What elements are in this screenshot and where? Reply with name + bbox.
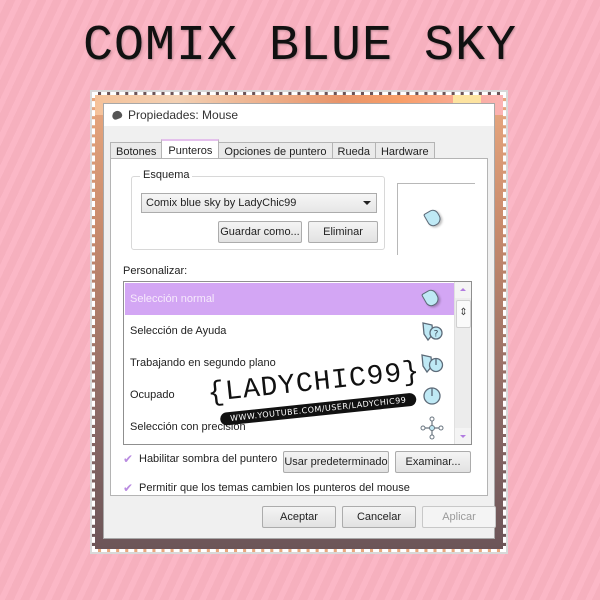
scroll-up-button[interactable] [455,282,471,298]
list-item[interactable]: Trabajando en segundo plano [125,347,454,379]
use-default-button[interactable]: Usar predeterminado [283,451,389,473]
list-scrollbar[interactable]: ⇕ [454,282,471,444]
apply-button[interactable]: Aplicar [422,506,496,528]
window-frame: Propiedades: Mouse Botones Punteros Opci… [90,90,508,554]
window-title: Propiedades: Mouse [128,108,239,122]
list-item-label: Selección normal [130,293,215,305]
punteros-panel: Esquema Comix blue sky by LadyChic99 Gua… [110,158,488,496]
shadow-checkbox-label: Habilitar sombra del puntero [139,453,278,465]
scroll-thumb[interactable]: ⇕ [456,300,471,328]
busy-icon [420,384,442,406]
titlebar: Propiedades: Mouse [104,104,494,126]
list-item-label: Selección de Ayuda [130,325,227,337]
chevron-down-icon [363,201,371,205]
scroll-down-button[interactable] [455,428,471,444]
themes-checkbox-row[interactable]: ✔ Permitir que los temas cambien los pun… [123,482,410,494]
list-item[interactable]: Selección con precisión [125,411,454,443]
themes-checkbox[interactable]: ✔ [123,482,135,494]
delete-button[interactable]: Eliminar [308,221,378,243]
arrow-pointer-icon [420,287,442,310]
scheme-legend: Esquema [140,169,193,181]
scheme-select[interactable]: Comix blue sky by LadyChic99 [141,193,377,213]
mouse-icon [110,109,124,121]
cursor-list[interactable]: Selección normal Selección de Ayuda ? Tr… [123,281,472,445]
shadow-checkbox[interactable]: ✔ [123,453,135,465]
scheme-group: Esquema Comix blue sky by LadyChic99 Gua… [131,169,385,250]
list-item-label: Trabajando en segundo plano [130,357,276,369]
shadow-checkbox-row[interactable]: ✔ Habilitar sombra del puntero [123,453,277,465]
ok-button[interactable]: Aceptar [262,506,336,528]
page-title: COMIX BLUE SKY [82,18,518,75]
cancel-button[interactable]: Cancelar [342,506,416,528]
svg-text:?: ? [434,330,439,340]
help-pointer-icon: ? [420,320,443,342]
list-item-label: Selección con precisión [130,421,246,433]
precision-crosshair-icon [420,416,444,440]
list-item-label: Ocupado [130,389,175,401]
browse-button[interactable]: Examinar... [395,451,471,473]
arrow-pointer-icon [422,207,444,229]
customize-label: Personalizar: [123,265,188,277]
working-background-icon [420,352,444,374]
list-item[interactable]: Selección normal [125,283,454,315]
cursor-preview [397,183,475,255]
scheme-select-value: Comix blue sky by LadyChic99 [146,197,297,209]
save-as-button[interactable]: Guardar como... [218,221,302,243]
themes-checkbox-label: Permitir que los temas cambien los punte… [139,482,410,494]
mouse-properties-dialog: Propiedades: Mouse Botones Punteros Opci… [103,103,496,539]
list-item[interactable]: Ocupado [125,379,454,411]
list-item[interactable]: Selección de Ayuda ? [125,315,454,347]
